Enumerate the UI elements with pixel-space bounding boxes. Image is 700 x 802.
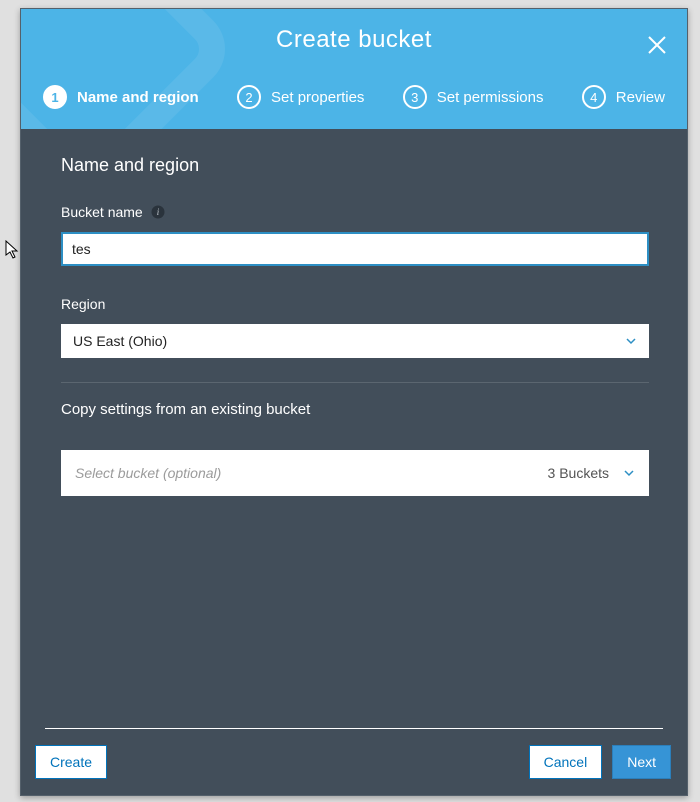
copy-from-bucket-select[interactable]: Select bucket (optional) 3 Buckets	[61, 450, 649, 496]
bucket-name-label-row: Bucket name i	[61, 204, 649, 220]
copy-settings-label: Copy settings from an existing bucket	[61, 401, 649, 418]
copy-placeholder: Select bucket (optional)	[75, 465, 221, 481]
dialog-content: Name and region Bucket name i Region US …	[21, 129, 687, 728]
step-label: Set properties	[271, 89, 364, 106]
bucket-count: 3 Buckets	[548, 465, 609, 481]
step-review[interactable]: 4 Review	[582, 85, 665, 109]
mouse-cursor	[5, 240, 21, 260]
chevron-down-icon	[623, 467, 635, 479]
step-label: Set permissions	[437, 89, 544, 106]
bucket-count-group: 3 Buckets	[548, 465, 635, 481]
section-title: Name and region	[61, 155, 649, 176]
step-number: 1	[43, 85, 67, 109]
info-icon[interactable]: i	[151, 205, 165, 219]
cancel-button[interactable]: Cancel	[529, 745, 603, 779]
wizard-stepper: 1 Name and region 2 Set properties 3 Set…	[21, 71, 687, 129]
create-button[interactable]: Create	[35, 745, 107, 779]
close-button[interactable]	[645, 33, 669, 57]
step-number: 2	[237, 85, 261, 109]
step-label: Name and region	[77, 89, 199, 106]
step-label: Review	[616, 89, 665, 106]
dialog-header: Create bucket 1 Name and region 2 Set pr…	[21, 9, 687, 129]
footer-right: Cancel Next	[529, 745, 671, 779]
step-set-permissions[interactable]: 3 Set permissions	[403, 85, 544, 109]
chevron-down-icon	[625, 335, 637, 347]
region-value: US East (Ohio)	[73, 333, 167, 349]
title-row: Create bucket	[21, 9, 687, 71]
bucket-name-input[interactable]	[61, 232, 649, 266]
close-icon	[646, 34, 668, 56]
dialog-footer: Create Cancel Next	[21, 729, 687, 795]
step-number: 4	[582, 85, 606, 109]
bucket-name-label: Bucket name	[61, 204, 143, 220]
step-name-region[interactable]: 1 Name and region	[43, 85, 199, 109]
region-select[interactable]: US East (Ohio)	[61, 324, 649, 358]
region-label: Region	[61, 296, 649, 312]
step-number: 3	[403, 85, 427, 109]
step-set-properties[interactable]: 2 Set properties	[237, 85, 364, 109]
create-bucket-dialog: Create bucket 1 Name and region 2 Set pr…	[20, 8, 688, 796]
next-button[interactable]: Next	[612, 745, 671, 779]
dialog-title: Create bucket	[276, 26, 432, 54]
divider	[61, 382, 649, 383]
